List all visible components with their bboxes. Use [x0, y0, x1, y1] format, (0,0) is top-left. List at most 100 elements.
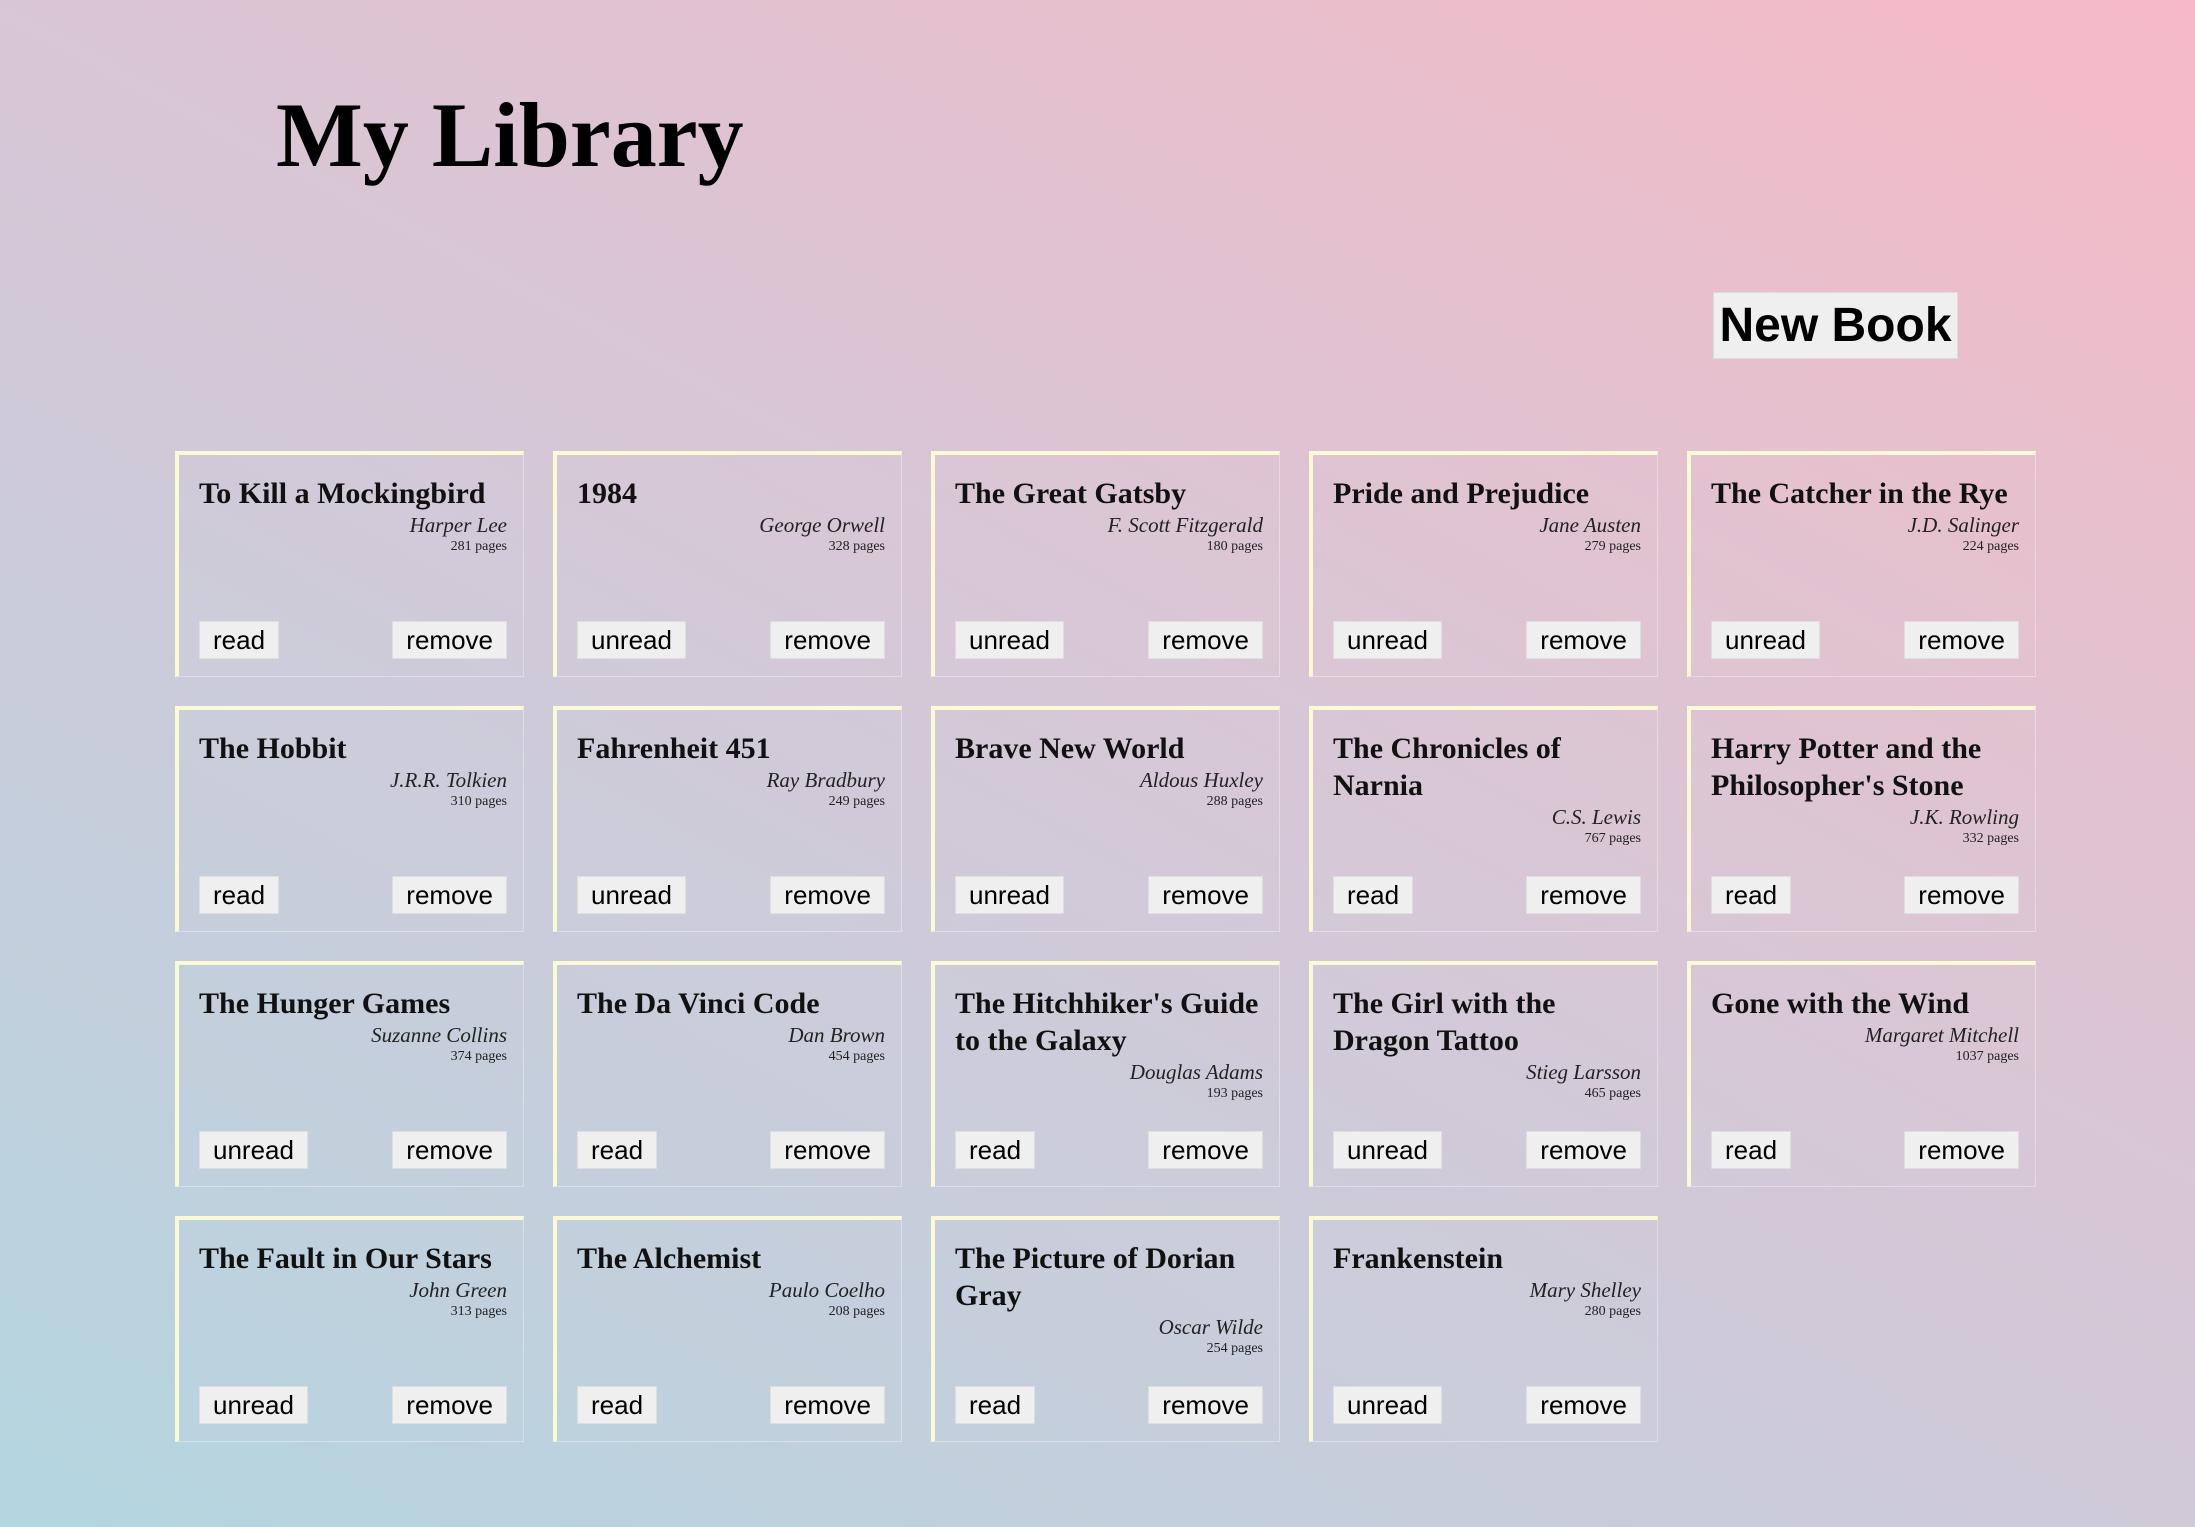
- book-title: To Kill a Mockingbird: [199, 477, 486, 510]
- book-card: The Picture of Dorian Gray Oscar Wilde 2…: [931, 1216, 1280, 1442]
- remove-button[interactable]: remove: [392, 621, 507, 659]
- book-actions: unread remove: [1711, 621, 2019, 659]
- book-actions: read remove: [1333, 876, 1641, 914]
- book-card: Frankenstein Mary Shelley 280 pages unre…: [1309, 1216, 1658, 1442]
- book-title: 1984: [577, 477, 637, 510]
- remove-button[interactable]: remove: [392, 1131, 507, 1169]
- book-actions: read remove: [955, 1386, 1263, 1424]
- book-pages: 465 pages: [1584, 1086, 1641, 1101]
- book-actions: read remove: [577, 1131, 885, 1169]
- toggle-read-button[interactable]: unread: [199, 1131, 308, 1169]
- remove-button[interactable]: remove: [1526, 876, 1641, 914]
- book-card: The Catcher in the Rye J.D. Salinger 224…: [1687, 451, 2036, 677]
- remove-button[interactable]: remove: [770, 1386, 885, 1424]
- toggle-read-button[interactable]: read: [199, 621, 280, 659]
- book-pages: 193 pages: [1206, 1086, 1263, 1101]
- book-actions: unread remove: [1333, 1131, 1641, 1169]
- book-actions: unread remove: [199, 1386, 507, 1424]
- remove-button[interactable]: remove: [1904, 1131, 2019, 1169]
- remove-button[interactable]: remove: [1526, 621, 1641, 659]
- book-card: Brave New World Aldous Huxley 288 pages …: [931, 706, 1280, 932]
- book-pages: 281 pages: [450, 539, 507, 554]
- book-title: Pride and Prejudice: [1333, 477, 1590, 510]
- book-pages: 279 pages: [1584, 539, 1641, 554]
- book-actions: read remove: [955, 1131, 1263, 1169]
- book-author: Mary Shelley: [1529, 1278, 1641, 1302]
- book-author: Paulo Coelho: [768, 1278, 885, 1302]
- remove-button[interactable]: remove: [1148, 876, 1263, 914]
- book-title: Frankenstein: [1333, 1242, 1504, 1275]
- new-book-button[interactable]: New Book: [1713, 292, 1958, 359]
- remove-button[interactable]: remove: [1148, 1386, 1263, 1424]
- book-actions: read remove: [1711, 1131, 2019, 1169]
- book-pages: 310 pages: [450, 794, 507, 809]
- book-actions: unread remove: [199, 1131, 507, 1169]
- book-author: Aldous Huxley: [1139, 768, 1263, 792]
- book-author: Oscar Wilde: [1158, 1315, 1263, 1339]
- book-pages: 454 pages: [828, 1049, 885, 1064]
- toggle-read-button[interactable]: read: [577, 1131, 658, 1169]
- remove-button[interactable]: remove: [1904, 621, 2019, 659]
- remove-button[interactable]: remove: [392, 1386, 507, 1424]
- remove-button[interactable]: remove: [392, 876, 507, 914]
- book-card: The Hunger Games Suzanne Collins 374 pag…: [175, 961, 524, 1187]
- toggle-read-button[interactable]: unread: [1333, 1386, 1442, 1424]
- book-title: The Hobbit: [199, 732, 347, 765]
- toggle-read-button[interactable]: unread: [1333, 1131, 1442, 1169]
- toggle-read-button[interactable]: read: [955, 1386, 1036, 1424]
- toggle-read-button[interactable]: read: [1711, 876, 1792, 914]
- book-author: Dan Brown: [788, 1023, 885, 1047]
- book-actions: unread remove: [955, 621, 1263, 659]
- book-author: Harper Lee: [409, 513, 507, 537]
- toggle-read-button[interactable]: read: [955, 1131, 1036, 1169]
- toggle-read-button[interactable]: read: [1711, 1131, 1792, 1169]
- book-pages: 332 pages: [1962, 831, 2019, 846]
- toggle-read-button[interactable]: read: [577, 1386, 658, 1424]
- book-author: John Green: [409, 1278, 507, 1302]
- remove-button[interactable]: remove: [1148, 621, 1263, 659]
- toggle-read-button[interactable]: read: [1333, 876, 1414, 914]
- remove-button[interactable]: remove: [1526, 1131, 1641, 1169]
- book-card: The Alchemist Paulo Coelho 208 pages rea…: [553, 1216, 902, 1442]
- toggle-read-button[interactable]: unread: [1333, 621, 1442, 659]
- remove-button[interactable]: remove: [1904, 876, 2019, 914]
- book-actions: unread remove: [1333, 621, 1641, 659]
- book-author: F. Scott Fitzgerald: [1107, 513, 1263, 537]
- book-author: Douglas Adams: [1129, 1060, 1263, 1084]
- book-title: Harry Potter and the Philosopher's Stone: [1711, 732, 1982, 802]
- book-pages: 313 pages: [450, 1304, 507, 1319]
- book-title: The Great Gatsby: [955, 477, 1187, 510]
- book-card: The Chronicles of Narnia C.S. Lewis 767 …: [1309, 706, 1658, 932]
- book-title: Gone with the Wind: [1711, 987, 1970, 1020]
- toggle-read-button[interactable]: unread: [1711, 621, 1820, 659]
- toggle-read-button[interactable]: unread: [955, 621, 1064, 659]
- remove-button[interactable]: remove: [770, 621, 885, 659]
- toggle-read-button[interactable]: unread: [577, 621, 686, 659]
- remove-button[interactable]: remove: [1526, 1386, 1641, 1424]
- toggle-read-button[interactable]: unread: [199, 1386, 308, 1424]
- remove-button[interactable]: remove: [1148, 1131, 1263, 1169]
- remove-button[interactable]: remove: [770, 1131, 885, 1169]
- book-pages: 1037 pages: [1955, 1049, 2019, 1064]
- toggle-read-button[interactable]: unread: [577, 876, 686, 914]
- remove-button[interactable]: remove: [770, 876, 885, 914]
- book-pages: 280 pages: [1584, 1304, 1641, 1319]
- book-pages: 767 pages: [1584, 831, 1641, 846]
- book-pages: 374 pages: [450, 1049, 507, 1064]
- book-pages: 180 pages: [1206, 539, 1263, 554]
- toggle-read-button[interactable]: read: [199, 876, 280, 914]
- book-actions: unread remove: [577, 621, 885, 659]
- book-pages: 224 pages: [1962, 539, 2019, 554]
- book-pages: 328 pages: [828, 539, 885, 554]
- book-author: Ray Bradbury: [766, 768, 885, 792]
- book-actions: unread remove: [1333, 1386, 1641, 1424]
- book-pages: 288 pages: [1206, 794, 1263, 809]
- book-actions: read remove: [199, 876, 507, 914]
- toggle-read-button[interactable]: unread: [955, 876, 1064, 914]
- book-author: C.S. Lewis: [1551, 805, 1641, 829]
- book-card: Pride and Prejudice Jane Austen 279 page…: [1309, 451, 1658, 677]
- book-title: The Alchemist: [577, 1242, 762, 1275]
- book-author: J.R.R. Tolkien: [389, 768, 507, 792]
- book-card: The Hobbit J.R.R. Tolkien 310 pages read…: [175, 706, 524, 932]
- page-title: My Library: [276, 84, 744, 186]
